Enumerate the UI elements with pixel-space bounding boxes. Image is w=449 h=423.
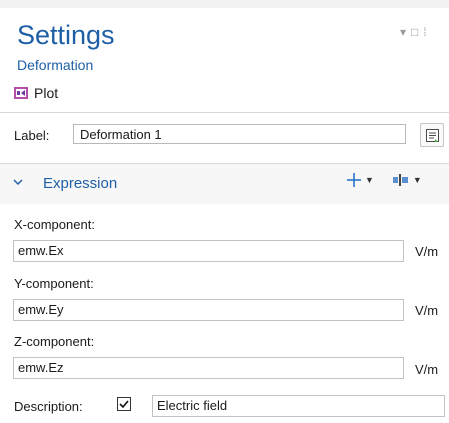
- insert-expression-button[interactable]: ▼: [392, 173, 422, 187]
- z-component-input[interactable]: emw.Ez: [13, 357, 404, 379]
- window-controls: ▾□⁞: [400, 25, 432, 39]
- label-caption: Label:: [14, 124, 49, 146]
- x-component-unit: V/m: [415, 244, 439, 259]
- x-component-label: X-component:: [14, 217, 95, 232]
- label-text: Label:: [14, 127, 50, 143]
- dropdown-arrow-icon: ▼: [412, 175, 422, 185]
- separator: [0, 112, 449, 113]
- description-checkbox[interactable]: [117, 397, 131, 411]
- maximize-icon[interactable]: □: [411, 25, 423, 39]
- label-settings-button[interactable]: [420, 123, 444, 147]
- add-button[interactable]: ▼: [346, 172, 374, 188]
- y-component-label: Y-component:: [14, 276, 94, 291]
- label-settings-icon: [425, 128, 439, 142]
- y-component-unit: V/m: [415, 303, 439, 318]
- node-type: Deformation: [17, 57, 94, 73]
- z-component-unit: V/m: [415, 362, 439, 377]
- pin-icon[interactable]: ⁞: [423, 25, 431, 39]
- z-component-label: Z-component:: [14, 334, 95, 349]
- y-component-input[interactable]: emw.Ey: [13, 299, 404, 321]
- description-label: Description:: [14, 399, 83, 414]
- section-title[interactable]: Expression: [43, 175, 117, 192]
- dropdown-arrow-icon[interactable]: ▾: [400, 25, 411, 39]
- x-component-input[interactable]: emw.Ex: [13, 240, 404, 262]
- dropdown-arrow-icon: ▼: [365, 175, 374, 185]
- insert-expression-icon: [392, 174, 408, 186]
- chevron-down-icon[interactable]: [12, 176, 24, 188]
- plot-button[interactable]: Plot: [14, 84, 58, 102]
- description-input[interactable]: Electric field: [152, 395, 445, 417]
- plus-icon: [347, 173, 361, 187]
- plot-icon: [14, 87, 28, 99]
- section-toolbar: ▼ ▼: [346, 172, 422, 188]
- checkmark-icon: [119, 400, 129, 409]
- page-title: Settings: [17, 20, 115, 50]
- label-input[interactable]: Deformation 1: [73, 124, 406, 144]
- plot-label: Plot: [34, 85, 59, 101]
- panel-top-bar: [0, 0, 449, 8]
